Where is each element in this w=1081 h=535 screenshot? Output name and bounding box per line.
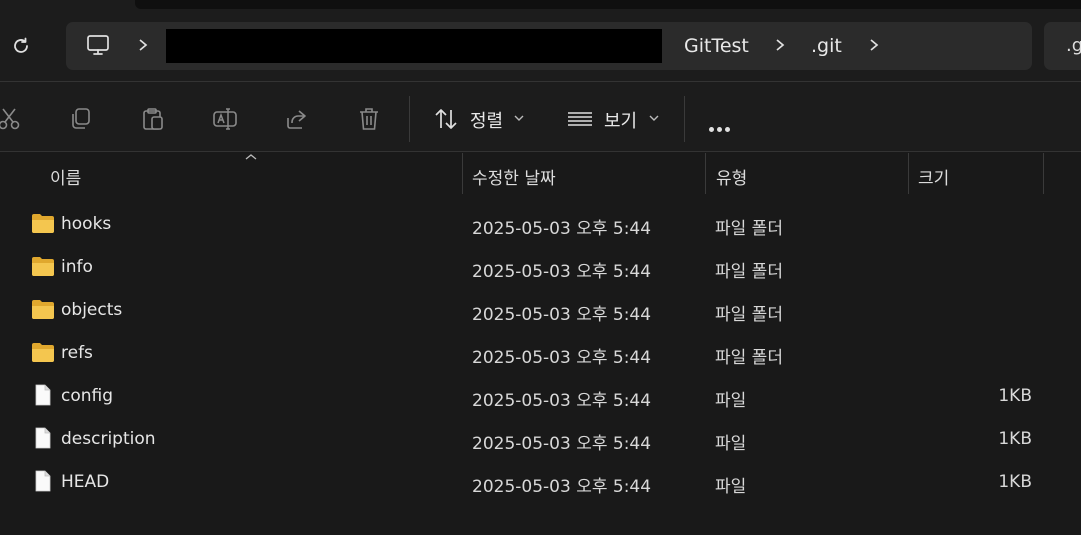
file-row-description[interactable]: description 2025-05-03 오후 5:44 파일 1KB [0,417,1081,460]
file-size: 1KB [998,386,1032,406]
file-modified: 2025-05-03 오후 5:44 [472,219,652,239]
redacted-path [166,29,662,63]
view-icon[interactable] [567,106,593,132]
file-type: 파일 [715,477,747,497]
column-separator[interactable] [462,153,463,194]
chevron-down-icon[interactable] [649,114,659,122]
file-icon [35,470,51,492]
toolbar-separator [409,96,410,142]
tab-strip-edge [135,0,1081,9]
file-type: 파일 폴더 [715,305,783,325]
file-row-refs[interactable]: refs 2025-05-03 오후 5:44 파일 폴더 [0,331,1081,374]
folder-icon [32,300,54,319]
file-name: hooks [61,214,112,234]
file-name: description [61,429,156,449]
column-header-modified[interactable]: 수정한 날짜 [472,164,556,189]
chevron-right-icon[interactable] [774,38,786,52]
file-modified: 2025-05-03 오후 5:44 [472,391,652,411]
file-row-hooks[interactable]: hooks 2025-05-03 오후 5:44 파일 폴더 [0,202,1081,245]
column-header-size[interactable]: 크기 [918,164,949,189]
refresh-icon [14,37,28,53]
cut-icon[interactable] [0,106,22,132]
file-icon [35,427,51,449]
column-separator[interactable] [705,153,706,194]
file-modified: 2025-05-03 오후 5:44 [472,262,652,282]
file-size: 1KB [998,472,1032,492]
share-icon[interactable] [284,106,310,132]
sort-icon[interactable] [433,106,459,132]
file-icon [35,384,51,406]
chevron-right-icon[interactable] [137,38,149,52]
file-name: config [61,386,114,406]
file-type: 파일 [715,391,747,411]
sort-button[interactable]: 정렬 [470,107,503,133]
file-modified: 2025-05-03 오후 5:44 [472,434,652,454]
breadcrumb-gittest[interactable]: GitTest [684,35,749,57]
column-header-type[interactable]: 유형 [716,164,747,189]
folder-icon [32,214,54,233]
file-name: info [61,257,93,277]
file-name: HEAD [61,472,110,492]
file-type: 파일 폴더 [715,219,783,239]
column-separator[interactable] [908,153,909,194]
file-name: objects [61,300,123,320]
rename-icon[interactable] [212,106,238,132]
refresh-button[interactable] [8,33,34,59]
file-row-info[interactable]: info 2025-05-03 오후 5:44 파일 폴더 [0,245,1081,288]
delete-icon[interactable] [356,106,382,132]
file-type: 파일 [715,434,747,454]
view-button[interactable]: 보기 [604,107,637,133]
file-row-objects[interactable]: objects 2025-05-03 오후 5:44 파일 폴더 [0,288,1081,331]
column-separator[interactable] [1043,153,1044,194]
file-modified: 2025-05-03 오후 5:44 [472,348,652,368]
sort-ascending-icon [245,154,257,160]
chevron-right-icon[interactable] [868,38,880,52]
column-header-name[interactable]: 이름 [50,164,81,189]
file-name: refs [61,343,93,363]
file-modified: 2025-05-03 오후 5:44 [472,305,652,325]
file-modified: 2025-05-03 오후 5:44 [472,477,652,497]
file-type: 파일 폴더 [715,348,783,368]
breadcrumb-git[interactable]: .git [811,35,842,57]
folder-icon [32,343,54,362]
toolbar-separator [684,96,685,142]
this-pc-icon[interactable] [86,33,110,57]
overflow-crumb: .g [1066,35,1081,56]
divider [0,151,1081,152]
search-box[interactable]: .g [1044,22,1081,70]
file-type: 파일 폴더 [715,262,783,282]
more-icon[interactable] [709,117,733,136]
paste-icon[interactable] [140,106,166,132]
file-size: 1KB [998,429,1032,449]
folder-icon [32,257,54,276]
copy-icon[interactable] [68,106,94,132]
chevron-down-icon[interactable] [514,114,524,122]
file-row-head[interactable]: HEAD 2025-05-03 오후 5:44 파일 1KB [0,460,1081,503]
file-row-config[interactable]: config 2025-05-03 오후 5:44 파일 1KB [0,374,1081,417]
